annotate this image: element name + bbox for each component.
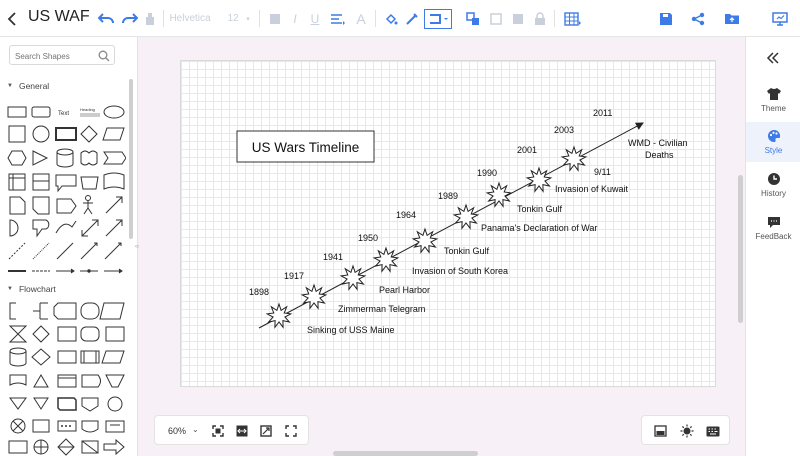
canvas-area[interactable]: US Wars Timeline 1898 1917 1941 1950 1964 198… xyxy=(138,37,745,456)
search-box xyxy=(9,45,115,67)
document-title[interactable]: US WAF xyxy=(28,8,90,26)
theme-mode-icon[interactable] xyxy=(680,424,694,443)
connector-style-icon[interactable] xyxy=(424,0,452,37)
timeline-diagram[interactable]: US Wars Timeline 1898 1917 1941 1950 1964 198… xyxy=(181,61,717,388)
undo-icon[interactable] xyxy=(96,0,116,37)
event-label[interactable]: Sinking of USS Maine xyxy=(307,325,395,335)
zoom-toolbar: 60% ⌄ xyxy=(154,415,309,445)
search-input[interactable] xyxy=(10,47,98,66)
align-icon[interactable] xyxy=(328,0,348,37)
heading-shape: Heading xyxy=(80,107,100,117)
actual-size-icon[interactable] xyxy=(260,424,272,442)
event-star-8[interactable] xyxy=(525,166,553,193)
event-star-2[interactable] xyxy=(300,283,328,310)
outline-panel-icon[interactable] xyxy=(654,424,667,442)
back-icon[interactable] xyxy=(4,0,22,37)
event-year[interactable]: 2003 xyxy=(554,125,574,135)
event-year[interactable]: 2011 xyxy=(593,108,612,118)
font-family-select[interactable]: Helvetica xyxy=(169,0,210,37)
fullscreen-icon[interactable] xyxy=(285,424,297,442)
redo-icon[interactable] xyxy=(120,0,140,37)
svg-text:Heading: Heading xyxy=(80,107,95,112)
format-painter-icon[interactable] xyxy=(142,0,158,37)
event-year[interactable]: 1917 xyxy=(284,271,304,281)
event-label[interactable]: Invasion of South Korea xyxy=(412,266,508,276)
timeline-title: US Wars Timeline xyxy=(252,140,360,155)
canvas-vertical-scrollbar[interactable] xyxy=(738,175,743,323)
section-general-header[interactable]: ▼ General xyxy=(7,81,49,91)
panel-tab-theme[interactable]: Theme xyxy=(746,80,800,120)
feedback-icon xyxy=(767,216,780,228)
event-star-6[interactable] xyxy=(452,203,480,230)
event-year[interactable]: 1941 xyxy=(323,252,343,262)
timeline-title-box[interactable]: US Wars Timeline xyxy=(236,130,375,163)
fit-to-window-icon[interactable] xyxy=(212,424,224,442)
lock-icon[interactable] xyxy=(532,0,548,37)
zoom-level[interactable]: 60% xyxy=(168,426,186,436)
event-label[interactable]: Pearl Harbor xyxy=(379,285,430,295)
shirt-icon xyxy=(766,88,781,100)
bold-icon[interactable] xyxy=(268,0,282,37)
canvas-horizontal-scrollbar[interactable] xyxy=(333,451,478,456)
event-label[interactable]: Tonkin Gulf xyxy=(444,246,490,256)
toolbar: US WAF Helvetica 12 ▾ I U A xyxy=(0,0,800,37)
arrange-icon[interactable] xyxy=(464,0,484,37)
keyboard-shortcuts-icon[interactable] xyxy=(706,424,720,442)
palette-icon xyxy=(767,129,780,142)
diagram-page[interactable]: US Wars Timeline 1898 1917 1941 1950 1964 198… xyxy=(180,60,716,387)
event-year[interactable]: 1898 xyxy=(249,287,269,297)
left-panel-scrollbar[interactable] xyxy=(129,79,133,239)
collapse-triangle-icon: ▼ xyxy=(7,83,13,89)
shape-library-panel: ▼ General Text Heading xyxy=(0,37,138,456)
event-star-9[interactable] xyxy=(560,145,588,172)
fit-width-icon[interactable] xyxy=(236,424,248,442)
event-label[interactable]: Tonkin Gulf xyxy=(517,204,563,214)
event-year[interactable]: 1989 xyxy=(438,191,458,201)
present-icon[interactable] xyxy=(770,0,790,37)
underline-icon[interactable]: U xyxy=(308,0,322,37)
event-star-1[interactable] xyxy=(265,302,293,329)
event-label[interactable]: Deaths xyxy=(645,150,674,160)
fill-color-icon[interactable] xyxy=(382,0,400,37)
panel-tab-feedback[interactable]: FeedBack xyxy=(746,208,800,248)
clock-icon xyxy=(767,173,780,185)
search-icon[interactable] xyxy=(98,49,110,67)
text-shape-label: Text xyxy=(58,111,69,117)
event-year[interactable]: 2001 xyxy=(517,145,537,155)
section-flowchart-header[interactable]: ▼ Flowchart xyxy=(7,284,56,294)
event-star-7[interactable] xyxy=(485,181,513,208)
event-star-5[interactable] xyxy=(411,227,439,254)
event-star-3[interactable] xyxy=(339,264,367,291)
font-size-select[interactable]: 12 xyxy=(226,0,240,37)
collapse-panel-icon[interactable] xyxy=(766,51,780,69)
italic-icon[interactable]: I xyxy=(288,0,302,37)
group-icon[interactable] xyxy=(488,0,504,37)
event-year[interactable]: 1964 xyxy=(396,210,416,220)
event-label[interactable]: Panama's Declaration of War xyxy=(481,223,597,233)
event-label[interactable]: Zimmerman Telegram xyxy=(338,304,425,314)
table-icon[interactable] xyxy=(562,0,584,37)
right-side-panel: Theme Style History FeedBack xyxy=(745,37,800,456)
collapse-triangle-icon: ▼ xyxy=(7,286,13,292)
font-color-icon[interactable]: A xyxy=(354,0,368,37)
event-label[interactable]: 9/11 xyxy=(594,167,611,177)
event-star-4[interactable] xyxy=(372,246,400,273)
event-year[interactable]: 1950 xyxy=(358,233,378,243)
left-panel-collapse-handle[interactable]: ‹‹ xyxy=(135,244,139,250)
event-label[interactable]: Invasion of Kuwait xyxy=(555,184,629,194)
export-icon[interactable] xyxy=(722,0,742,37)
panel-tab-style[interactable]: Style xyxy=(746,122,800,162)
event-label[interactable]: WMD - Civilian xyxy=(628,138,688,148)
save-icon[interactable] xyxy=(656,0,676,37)
chevron-down-icon[interactable]: ⌄ xyxy=(192,425,199,434)
view-tools xyxy=(641,415,730,445)
copy-style-icon[interactable] xyxy=(510,0,526,37)
chevron-down-icon[interactable]: ▾ xyxy=(244,0,252,37)
line-color-icon[interactable] xyxy=(403,0,421,37)
flowchart-shapes-grid[interactable] xyxy=(6,299,126,456)
panel-tab-history[interactable]: History xyxy=(746,165,800,205)
share-icon[interactable] xyxy=(688,0,708,37)
general-shapes-grid[interactable]: Text Heading xyxy=(6,101,126,281)
event-year[interactable]: 1990 xyxy=(477,168,497,178)
